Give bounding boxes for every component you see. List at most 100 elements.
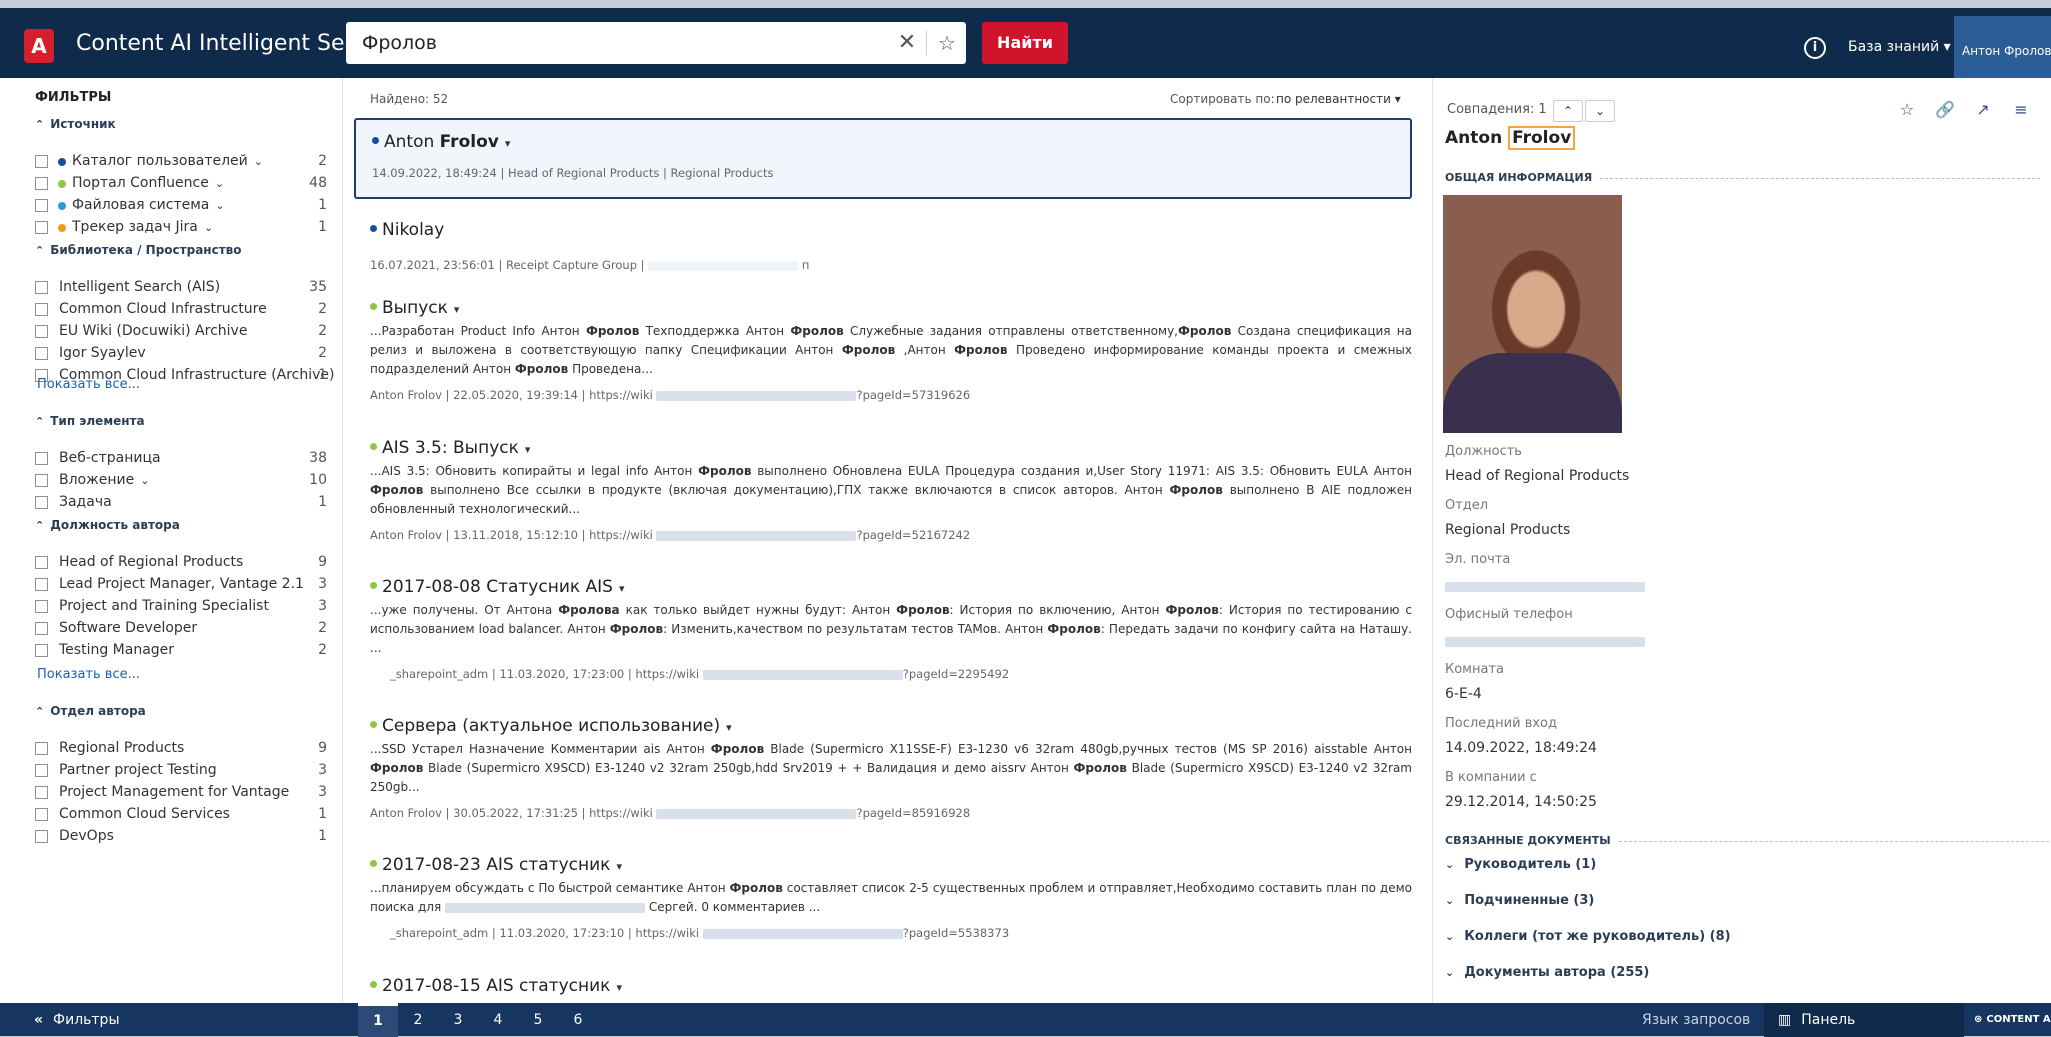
page-1[interactable]: 1 — [358, 1003, 398, 1037]
checkbox[interactable] — [35, 199, 48, 212]
result-title[interactable]: Выпуск ▾ — [370, 298, 459, 318]
caret-down-icon[interactable]: ▾ — [616, 860, 622, 873]
filter-group-author-position[interactable]: ⌃ Должность автора — [35, 518, 180, 532]
open-external-icon[interactable]: ↗ — [1971, 100, 1995, 122]
checkbox[interactable] — [35, 155, 48, 168]
checkbox[interactable] — [35, 177, 48, 190]
checkbox[interactable] — [35, 556, 48, 569]
filter-group-item-type[interactable]: ⌃ Тип элемента — [35, 414, 145, 428]
search-button[interactable]: Найти — [982, 22, 1068, 64]
filter-item[interactable]: Файловая система ⌄ 1 — [35, 195, 327, 217]
filter-item[interactable]: Testing Manager 2 — [35, 640, 327, 662]
related-item[interactable]: ⌄ Руководитель (1) — [1445, 857, 1596, 872]
checkbox[interactable] — [35, 600, 48, 613]
filter-item[interactable]: Трекер задач Jira ⌄ 1 — [35, 217, 327, 239]
info-icon[interactable]: i — [1804, 37, 1826, 59]
result-title[interactable]: 2017-08-15 AIS статусник ▾ — [370, 976, 622, 996]
filter-item[interactable]: DevOps 1 — [35, 826, 327, 848]
checkbox[interactable] — [35, 474, 48, 487]
result-title[interactable]: Сервера (актуальное использование) ▾ — [370, 716, 732, 736]
filter-item[interactable]: Regional Products 9 — [35, 738, 327, 760]
result-item[interactable]: 2017-08-15 AIS статусник ▾ — [354, 968, 1412, 1003]
show-all-link[interactable]: Показать все... — [37, 377, 140, 392]
filter-item[interactable]: Software Developer 2 — [35, 618, 327, 640]
filter-item[interactable]: Igor Syaylev 2 — [35, 343, 327, 365]
show-all-link[interactable]: Показать все... — [37, 667, 140, 682]
caret-down-icon[interactable]: ▾ — [726, 721, 732, 734]
caret-down-icon[interactable]: ▾ — [505, 137, 511, 150]
result-title[interactable]: Nikolay — [370, 220, 444, 240]
star-icon[interactable]: ☆ — [932, 27, 962, 59]
page-2[interactable]: 2 — [398, 1003, 438, 1037]
caret-down-icon[interactable]: ▾ — [454, 303, 460, 316]
filter-item[interactable]: Partner project Testing 3 — [35, 760, 327, 782]
result-item[interactable]: Anton Frolov ▾ 14.09.2022, 18:49:24 | Hea… — [354, 118, 1412, 199]
checkbox[interactable] — [35, 221, 48, 234]
checkbox[interactable] — [35, 347, 48, 360]
toggle-filters-button[interactable]: «Фильтры — [34, 1012, 120, 1028]
result-item[interactable]: 2017-08-08 Статусник AIS ▾ ...уже получен… — [354, 569, 1412, 699]
query-language-button[interactable]: Язык запросов — [1642, 1012, 1750, 1028]
result-item[interactable]: Nikolay 16.07.2021, 23:56:01 | Receipt C… — [354, 208, 1412, 278]
result-item[interactable]: Выпуск ▾ ...Разработан Product Info Антон… — [354, 290, 1412, 420]
chevron-down-icon[interactable]: ⌄ — [254, 155, 263, 168]
result-item[interactable]: AIS 3.5: Выпуск ▾ ...AIS 3.5: Обновить ко… — [354, 430, 1412, 560]
checkbox[interactable] — [35, 644, 48, 657]
filter-item[interactable]: Веб-страница 38 — [35, 448, 327, 470]
caret-down-icon[interactable]: ▾ — [525, 443, 531, 456]
result-title[interactable]: 2017-08-08 Статусник AIS ▾ — [370, 577, 625, 597]
result-item[interactable]: Сервера (актуальное использование) ▾ ...S… — [354, 708, 1412, 838]
checkbox[interactable] — [35, 281, 48, 294]
page-4[interactable]: 4 — [478, 1003, 518, 1037]
result-title[interactable]: Anton Frolov ▾ — [372, 132, 510, 152]
page-6[interactable]: 6 — [558, 1003, 598, 1037]
preview-panel-button[interactable]: ▥Панель предпросмотра — [1764, 1003, 1964, 1037]
knowledge-base-menu[interactable]: База знаний ▾ — [1848, 39, 1951, 55]
filter-item[interactable]: Common Cloud Services 1 — [35, 804, 327, 826]
filter-item[interactable]: Вложение ⌄ 10 — [35, 470, 327, 492]
user-menu[interactable]: Антон Фролов — [1954, 16, 2051, 86]
filter-item[interactable]: Портал Confluence ⌄ 48 — [35, 173, 327, 195]
related-item[interactable]: ⌄ Подчиненные (3) — [1445, 893, 1594, 908]
app-logo-icon[interactable]: A — [24, 29, 54, 63]
result-item[interactable]: 2017-08-23 AIS статусник ▾ ...планируем о… — [354, 847, 1412, 962]
chevron-down-icon[interactable]: ⌄ — [215, 177, 224, 190]
filter-group-author-department[interactable]: ⌃ Отдел автора — [35, 704, 146, 718]
filter-item[interactable]: Project and Training Specialist 3 — [35, 596, 327, 618]
filter-item[interactable]: EU Wiki (Docuwiki) Archive 2 — [35, 321, 327, 343]
result-title[interactable]: AIS 3.5: Выпуск ▾ — [370, 438, 530, 458]
next-match-button[interactable]: ⌄ — [1585, 100, 1615, 122]
checkbox[interactable] — [35, 622, 48, 635]
filter-group-library[interactable]: ⌃ Библиотека / Пространство — [35, 243, 242, 257]
related-item[interactable]: ⌄ Коллеги (тот же руководитель) (8) — [1445, 929, 1731, 944]
checkbox[interactable] — [35, 742, 48, 755]
checkbox[interactable] — [35, 325, 48, 338]
caret-down-icon[interactable]: ▾ — [619, 582, 625, 595]
related-item[interactable]: ⌄ Документы автора (255) — [1445, 965, 1649, 980]
checkbox[interactable] — [35, 496, 48, 509]
checkbox[interactable] — [35, 808, 48, 821]
star-icon[interactable]: ☆ — [1895, 100, 1919, 122]
sort-dropdown[interactable]: по релевантности ▾ — [1276, 92, 1401, 106]
checkbox[interactable] — [35, 452, 48, 465]
search-input[interactable] — [346, 22, 886, 64]
caret-down-icon[interactable]: ▾ — [616, 981, 622, 994]
prev-match-button[interactable]: ⌃ — [1553, 100, 1583, 122]
link-icon[interactable]: 🔗 — [1933, 100, 1957, 122]
checkbox[interactable] — [35, 578, 48, 591]
filter-group-source[interactable]: ⌃ Источник — [35, 117, 116, 131]
page-3[interactable]: 3 — [438, 1003, 478, 1037]
field-value-email[interactable] — [1445, 579, 1645, 595]
checkbox[interactable] — [35, 786, 48, 799]
filter-item[interactable]: Задача 1 — [35, 492, 327, 514]
filter-item[interactable]: Intelligent Search (AIS) 35 — [35, 277, 327, 299]
filter-item[interactable]: Lead Project Manager, Vantage 2.1 3 — [35, 574, 327, 596]
filter-item[interactable]: Head of Regional Products 9 — [35, 552, 327, 574]
chevron-down-icon[interactable]: ⌄ — [215, 199, 224, 212]
checkbox[interactable] — [35, 764, 48, 777]
result-title[interactable]: 2017-08-23 AIS статусник ▾ — [370, 855, 622, 875]
chevron-down-icon[interactable]: ⌄ — [140, 474, 149, 487]
filter-item[interactable]: Каталог пользователей ⌄ 2 — [35, 151, 327, 173]
chevron-down-icon[interactable]: ⌄ — [204, 221, 213, 234]
checkbox[interactable] — [35, 830, 48, 843]
